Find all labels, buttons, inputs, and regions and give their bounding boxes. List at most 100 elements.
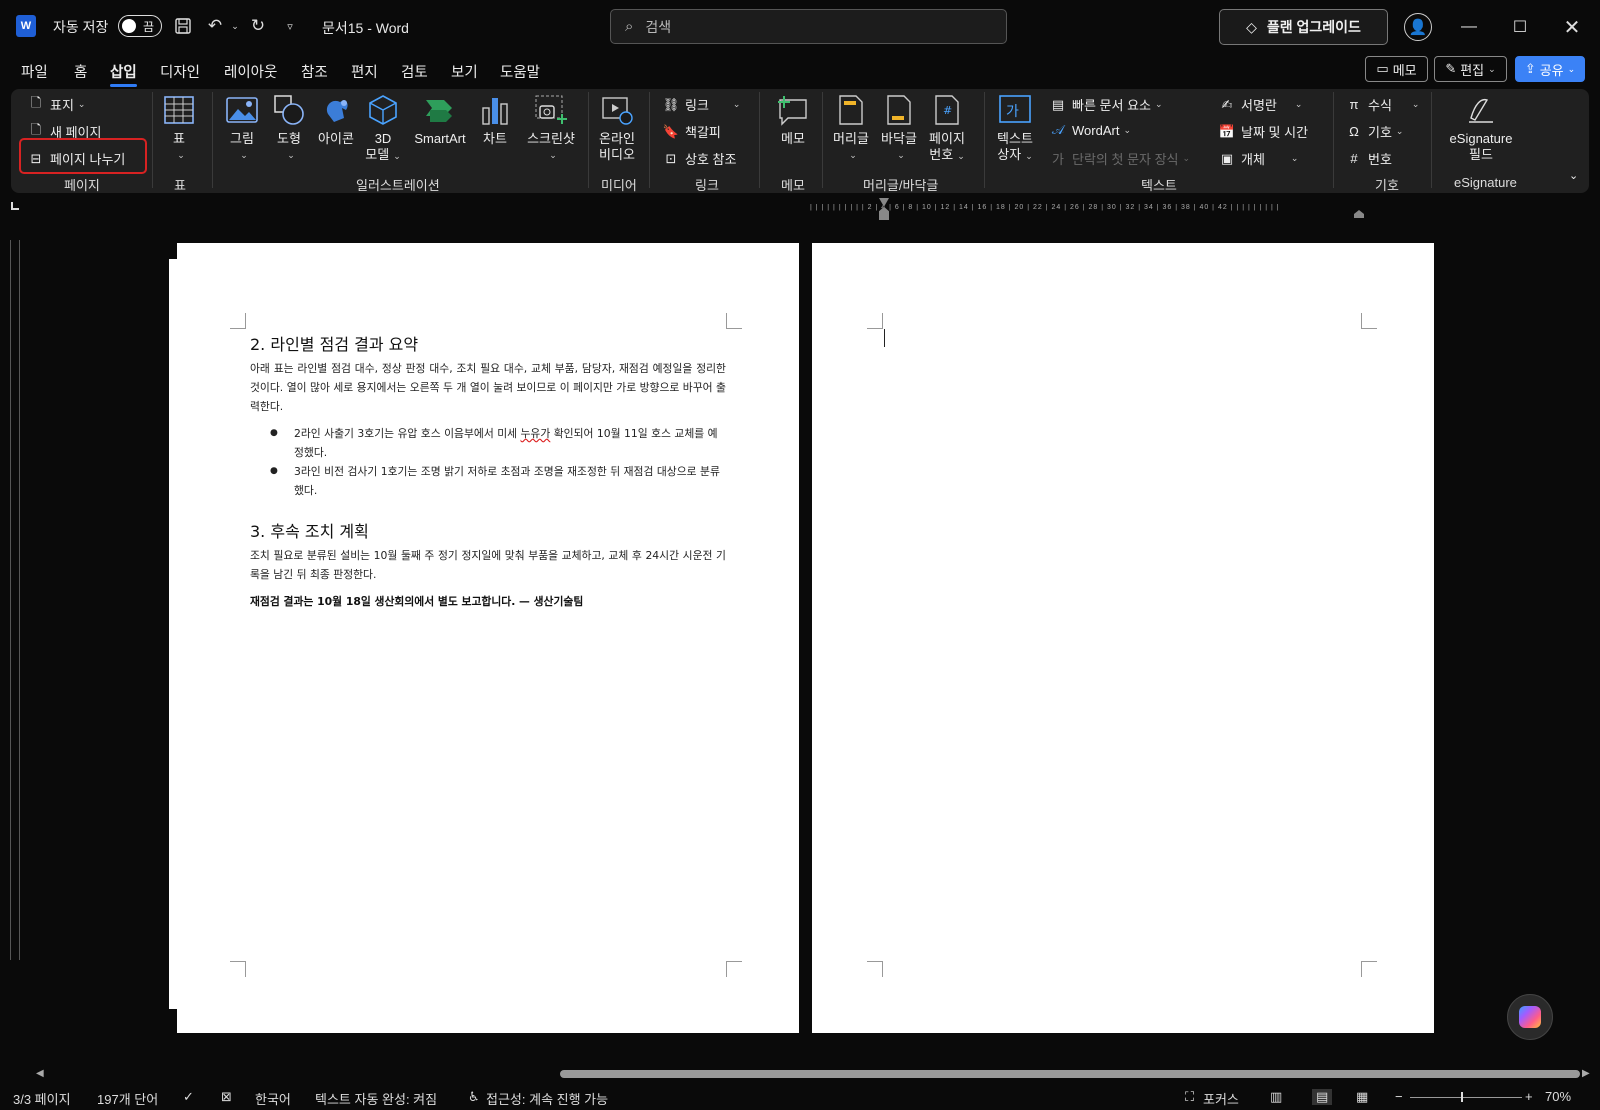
proofing-icon[interactable]: ✓ xyxy=(183,1089,194,1105)
track-changes-icon[interactable]: ⊠ xyxy=(221,1089,232,1105)
minimize-icon[interactable]: — xyxy=(1455,14,1483,40)
tab-view[interactable]: 보기 xyxy=(451,61,478,82)
link-label: 링크 xyxy=(685,98,709,113)
memo-button[interactable]: ▭ 메모 xyxy=(1365,56,1428,82)
search-box[interactable]: ⌕ 검색 xyxy=(610,9,1007,44)
accessibility-status[interactable]: 접근성: 계속 진행 가능 xyxy=(486,1089,608,1108)
tab-home[interactable]: 홈 xyxy=(74,61,87,82)
chart-button[interactable]: 차트 xyxy=(475,93,515,147)
edit-mode-button[interactable]: ✎ 편집 ⌄ xyxy=(1434,56,1507,82)
collapse-ribbon-icon[interactable]: ⌄ xyxy=(1569,169,1578,182)
equation-button[interactable]: π 수식 ⌄ xyxy=(1346,95,1420,114)
icons-button[interactable]: 아이콘 xyxy=(316,93,356,147)
undo-icon[interactable]: ↶ xyxy=(205,16,225,36)
tab-help[interactable]: 도움말 xyxy=(500,61,540,82)
upgrade-plan-button[interactable]: ◇ 플랜 업그레이드 xyxy=(1219,9,1388,45)
link-button[interactable]: ⛓ 링크 ⌄ xyxy=(662,95,741,114)
avatar[interactable]: 👤 xyxy=(1404,13,1432,41)
redo-icon[interactable]: ↻ xyxy=(248,16,268,36)
textbox-button[interactable]: 가 텍스트 상자 ⌄ xyxy=(993,93,1037,164)
word-count[interactable]: 197개 단어 xyxy=(97,1089,158,1108)
ruler-corner-icon[interactable] xyxy=(11,202,19,210)
horizontal-scrollbar[interactable] xyxy=(560,1070,1580,1078)
link-icon: ⛓ xyxy=(662,96,680,112)
bookmark-button[interactable]: 🔖 책갈피 xyxy=(663,122,721,141)
number-label: 번호 xyxy=(1368,152,1392,167)
language-label[interactable]: 한국어 xyxy=(255,1089,291,1108)
copilot-button[interactable] xyxy=(1507,994,1553,1040)
cover-page-label: 표지 xyxy=(50,98,74,113)
table-button[interactable]: 표 ⌄ xyxy=(161,93,197,163)
page-number-button[interactable]: # 페이지 번호 ⌄ xyxy=(925,93,969,164)
quick-parts-button[interactable]: ▤ 빠른 문서 요소 ⌄ xyxy=(1050,95,1163,114)
chevron-down-icon: ⌄ xyxy=(549,150,557,160)
save-icon[interactable] xyxy=(173,16,193,36)
undo-dropdown-icon[interactable]: ⌄ xyxy=(225,16,245,36)
cover-page-button[interactable]: 🗋 표지 ⌄ xyxy=(28,94,86,114)
customize-qat-icon[interactable]: ▿ xyxy=(280,16,300,36)
tab-file[interactable]: 파일 xyxy=(21,61,48,82)
page-count[interactable]: 3/3 페이지 xyxy=(13,1089,71,1108)
zoom-level[interactable]: 70% xyxy=(1545,1089,1571,1104)
signature-line-button[interactable]: ✍ 서명란 ⌄ xyxy=(1219,95,1303,114)
web-layout-icon[interactable]: ▦ xyxy=(1356,1089,1368,1105)
picture-button[interactable]: 그림 ⌄ xyxy=(222,93,262,163)
screenshot-button[interactable]: 스크린샷 ⌄ xyxy=(523,93,579,163)
tab-mailings[interactable]: 편지 xyxy=(351,61,378,82)
document-page[interactable]: 2. 라인별 점검 결과 요약 아래 표는 라인별 점검 대수, 정상 판정 대… xyxy=(177,243,799,1033)
esignature-field-button[interactable]: eSignature 필드 xyxy=(1441,93,1521,163)
date-time-button[interactable]: 📅 날짜 및 시간 xyxy=(1219,122,1308,141)
crop-mark xyxy=(867,313,883,329)
footer-button[interactable]: 바닥글 ⌄ xyxy=(877,93,921,163)
zoom-in-icon[interactable]: + xyxy=(1525,1089,1533,1104)
tab-design[interactable]: 디자인 xyxy=(160,61,200,82)
close-icon[interactable]: ✕ xyxy=(1558,14,1586,40)
maximize-icon[interactable]: ☐ xyxy=(1506,14,1534,40)
drop-cap-icon: 가 xyxy=(1052,152,1064,167)
header-button[interactable]: 머리글 ⌄ xyxy=(829,93,873,163)
text-autocomplete-status[interactable]: 텍스트 자동 완성: 켜짐 xyxy=(315,1089,437,1108)
read-mode-icon[interactable]: ▥ xyxy=(1270,1089,1282,1105)
smartart-button[interactable]: SmartArt xyxy=(409,93,471,147)
autosave-toggle[interactable]: 끔 xyxy=(118,15,162,37)
scroll-right-icon[interactable]: ▶ xyxy=(1582,1068,1590,1079)
text-cursor xyxy=(884,329,885,347)
header-icon xyxy=(834,93,868,127)
crossref-button[interactable]: ⊡ 상호 참조 xyxy=(663,149,737,168)
3d-models-button[interactable]: 3D 모델 ⌄ xyxy=(361,93,405,164)
chevron-down-icon: ⌄ xyxy=(957,151,965,161)
3d-models-label-line1: 3D xyxy=(374,131,392,146)
document-page-blank[interactable] xyxy=(812,243,1434,1033)
share-button[interactable]: ⇪ 공유 ⌄ xyxy=(1515,56,1585,82)
chevron-down-icon: ⌄ xyxy=(1123,124,1131,135)
textbox-label-line1: 텍스트 xyxy=(997,131,1033,146)
drop-cap-button[interactable]: 가 단락의 첫 문자 장식 ⌄ xyxy=(1050,149,1190,168)
diamond-icon: ◇ xyxy=(1246,18,1257,35)
scroll-left-icon[interactable]: ◀ xyxy=(36,1068,44,1079)
object-button[interactable]: ▣ 개체 ⌄ xyxy=(1219,149,1299,168)
number-button[interactable]: # 번호 xyxy=(1346,149,1392,168)
print-layout-icon[interactable]: ▤ xyxy=(1312,1089,1333,1105)
object-icon: ▣ xyxy=(1220,150,1234,166)
spelling-error-word[interactable]: 누유가 xyxy=(521,427,551,440)
tab-layout[interactable]: 레이아웃 xyxy=(224,61,277,82)
focus-mode-button[interactable]: 포커스 xyxy=(1203,1089,1239,1108)
tab-references[interactable]: 참조 xyxy=(301,61,328,82)
tab-review[interactable]: 검토 xyxy=(401,61,428,82)
zoom-out-icon[interactable]: − xyxy=(1395,1089,1403,1104)
cover-page-icon: 🗋 xyxy=(30,94,42,110)
online-video-button[interactable]: 온라인 비디오 xyxy=(595,93,639,163)
shapes-button[interactable]: 도형 ⌄ xyxy=(269,93,309,163)
new-comment-button[interactable]: 메모 xyxy=(771,93,815,147)
tab-insert[interactable]: 삽입 xyxy=(110,61,137,87)
header-label: 머리글 xyxy=(833,131,869,146)
share-label: 공유 xyxy=(1539,62,1564,78)
wordart-button[interactable]: 𝒜 WordArt ⌄ xyxy=(1050,122,1131,138)
symbol-button[interactable]: Ω 기호 ⌄ xyxy=(1346,122,1403,141)
vertical-ruler[interactable] xyxy=(10,240,20,960)
crop-mark xyxy=(1361,961,1377,977)
group-label-illustrations: 일러스트레이션 xyxy=(356,178,440,193)
horizontal-ruler[interactable]: | | | | | | | | | | 2 | 4 | 6 | 8 | 10 |… xyxy=(810,204,1435,216)
zoom-slider-thumb[interactable] xyxy=(1461,1092,1463,1102)
zoom-slider[interactable] xyxy=(1410,1097,1522,1098)
